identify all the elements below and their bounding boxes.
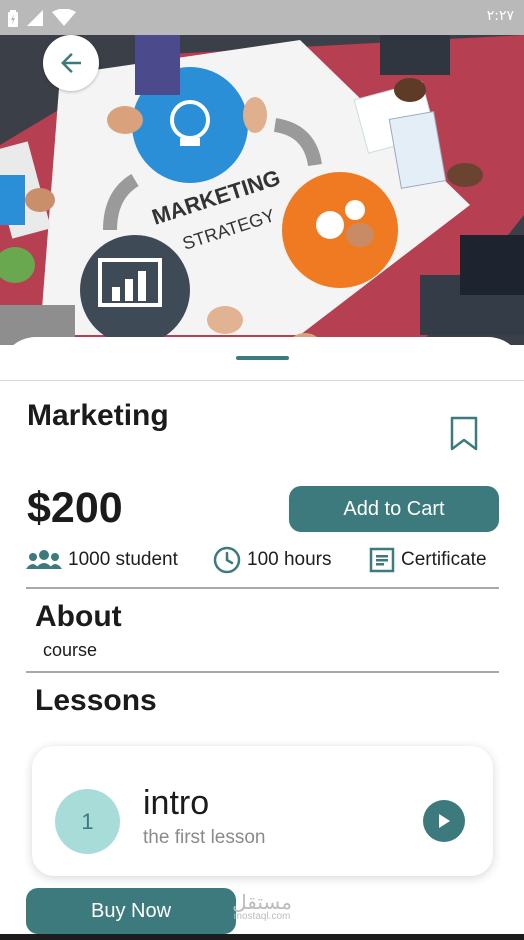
back-arrow-icon: [61, 53, 81, 73]
about-heading: About: [35, 600, 122, 633]
certificate-icon: [369, 547, 395, 573]
status-icons: [8, 9, 76, 27]
divider: [26, 671, 499, 673]
watermark-latin: mostaql.com: [233, 911, 291, 922]
buy-now-button[interactable]: Buy Now: [26, 888, 236, 934]
students-count: 1000 student: [68, 549, 178, 570]
status-time: ٢:٢٧: [486, 8, 514, 24]
watermark: مستقل mostaql.com: [230, 892, 294, 922]
hours-stat: 100 hours: [213, 545, 332, 575]
signal-icon: [27, 10, 43, 26]
divider: [26, 587, 499, 589]
clock-icon: [213, 546, 241, 574]
course-title: Marketing: [27, 399, 169, 432]
play-icon: [439, 814, 450, 828]
sheet-divider: [0, 380, 524, 381]
add-to-cart-button[interactable]: Add to Cart: [289, 486, 499, 532]
sheet-drag-handle[interactable]: [236, 356, 289, 360]
back-button[interactable]: [43, 35, 99, 91]
play-lesson-button[interactable]: [423, 800, 465, 842]
status-bar: ٢:٢٧: [0, 0, 524, 35]
lesson-number-badge: 1: [55, 789, 120, 854]
group-icon: [26, 550, 62, 569]
hours-count: 100 hours: [247, 549, 332, 570]
students-stat: 1000 student: [26, 545, 178, 575]
course-price: $200: [27, 484, 123, 532]
watermark-arabic: مستقل: [232, 890, 292, 914]
certificate-label: Certificate: [401, 549, 487, 570]
wifi-icon: [52, 9, 76, 26]
bookmark-button[interactable]: [450, 416, 478, 457]
battery-icon: [8, 9, 18, 27]
system-nav-bar: [0, 934, 524, 940]
lessons-heading: Lessons: [35, 684, 157, 717]
lesson-title: intro: [143, 784, 210, 822]
bookmark-icon: [450, 416, 478, 451]
lesson-card[interactable]: 1 intro the first lesson: [32, 746, 493, 876]
about-text: course: [43, 640, 98, 660]
certificate-stat: Certificate: [369, 545, 487, 575]
lesson-subtitle: the first lesson: [143, 827, 266, 848]
